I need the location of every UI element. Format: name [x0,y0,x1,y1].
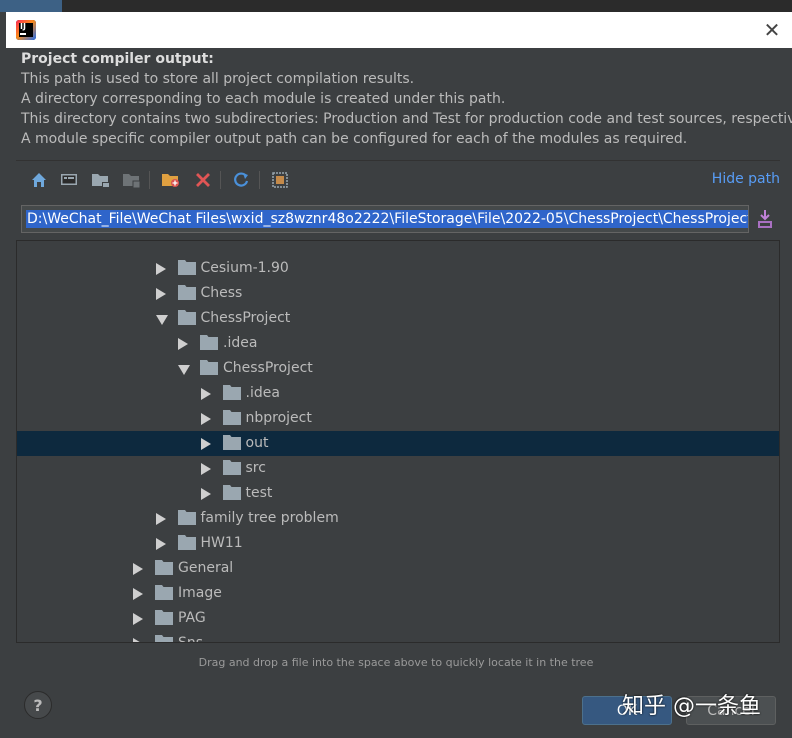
chevron-down-icon[interactable] [178,365,190,375]
path-input-value: D:\WeChat_File\WeChat Files\wxid_sz8wznr… [26,210,748,228]
tree-scrollbar-thumb[interactable] [779,563,780,597]
tree-row[interactable]: src [17,456,779,481]
tree-row[interactable]: Cesium-1.90 [17,256,779,281]
folder-icon [177,310,196,325]
chevron-right-icon[interactable] [200,413,211,425]
folder-icon [177,285,196,300]
module-folder-icon[interactable] [121,169,143,191]
tree-row-label: Cesium-1.90 [200,260,289,276]
project-folder-icon[interactable] [90,169,112,191]
description-heading: Project compiler output: [21,51,214,67]
intellij-logo-icon: IJ [16,20,36,40]
tree-row[interactable]: Chess [17,281,779,306]
tree-row-label: HW11 [200,535,243,551]
folder-icon [222,435,241,450]
toolbar-separator [149,171,150,189]
tree-row-label: out [245,435,269,451]
tree-row[interactable]: Sns [17,631,779,643]
folder-icon [155,635,173,642]
tree-row[interactable]: PAG [17,606,779,631]
folder-icon [155,585,173,600]
folder-icon [222,410,241,425]
show-hidden-icon[interactable] [269,169,291,191]
watermark-text: 知乎 @一条鱼 [622,694,761,719]
title-bar: IJ ✕ [6,12,792,48]
tree-row-label: test [245,485,273,501]
chevron-right-icon[interactable] [200,488,211,500]
tree-row-label: src [245,460,266,476]
tree-row[interactable]: nbproject [17,406,779,431]
refresh-icon[interactable] [230,169,252,191]
file-tree[interactable]: Cesium-1.90 Chess ChessProject .idea ChessPr… [16,240,780,643]
folder-icon [222,385,241,400]
chevron-right-icon[interactable] [155,513,166,525]
path-history-icon[interactable] [754,205,776,233]
help-button[interactable]: ? [24,691,52,719]
tree-row[interactable]: HW11 [17,531,779,556]
new-folder-icon[interactable] [160,169,182,191]
chevron-right-icon[interactable] [133,613,143,625]
chevron-right-icon[interactable] [155,538,166,550]
tree-row-label: Image [178,585,222,601]
tree-row[interactable]: .idea [17,331,779,356]
delete-icon[interactable] [192,169,214,191]
background-window-strip [0,0,792,12]
tree-row-label: nbproject [245,410,312,426]
background-window-tab [0,0,62,12]
tree-row-label: ChessProject [200,310,291,326]
path-input[interactable]: D:\WeChat_File\WeChat Files\wxid_sz8wznr… [21,205,749,233]
description-block: Project compiler output: This path is us… [21,49,792,149]
tree-row[interactable]: family tree problem [17,506,779,531]
toolbar-separator [220,171,221,189]
chevron-right-icon[interactable] [133,638,143,642]
tree-row-label: ChessProject [223,360,313,376]
tree-row[interactable]: .idea [17,381,779,406]
tree-row[interactable]: out [17,431,779,456]
chevron-right-icon[interactable] [133,588,143,600]
chevron-down-icon[interactable] [155,315,168,325]
hide-path-link[interactable]: Hide path [712,171,780,187]
home-icon[interactable] [28,169,50,191]
description-line: A directory corresponding to each module… [21,91,506,107]
tree-row[interactable]: ChessProject [17,356,779,381]
folder-icon [222,460,241,475]
folder-icon [177,510,196,525]
chevron-right-icon[interactable] [200,438,211,450]
file-chooser-toolbar: Hide path [16,160,780,199]
description-line: A module specific compiler output path c… [21,131,688,147]
chevron-right-icon[interactable] [200,463,211,475]
chevron-right-icon[interactable] [133,563,143,575]
chevron-right-icon[interactable] [155,263,166,275]
desktop-icon[interactable] [58,169,80,191]
folder-icon [222,485,241,500]
tree-row[interactable]: test [17,481,779,506]
chevron-right-icon[interactable] [155,288,166,300]
folder-icon [177,535,196,550]
tree-row-label: General [178,560,234,576]
tree-row-label: Sns [178,635,204,643]
folder-icon [200,360,218,375]
folder-icon [177,260,196,275]
tree-row-label: PAG [178,610,206,626]
tree-row[interactable]: Image [17,581,779,606]
tree-row-label: family tree problem [200,510,339,526]
drag-drop-hint: Drag and drop a file into the space abov… [198,656,594,669]
chevron-right-icon[interactable] [200,388,211,400]
tree-row-label: .idea [223,335,258,351]
tree-row-label: Chess [200,285,243,301]
tree-row[interactable]: ChessProject [17,306,779,331]
toolbar-separator [259,171,260,189]
tree-row[interactable]: General [17,556,779,581]
tree-row-label: .idea [245,385,280,401]
folder-icon [155,610,173,625]
description-line: This path is used to store all project c… [21,71,415,87]
close-icon[interactable]: ✕ [762,20,782,40]
chevron-right-icon[interactable] [178,338,188,350]
description-line: This directory contains two subdirectori… [21,111,792,127]
folder-icon [155,560,173,575]
folder-icon [200,335,218,350]
